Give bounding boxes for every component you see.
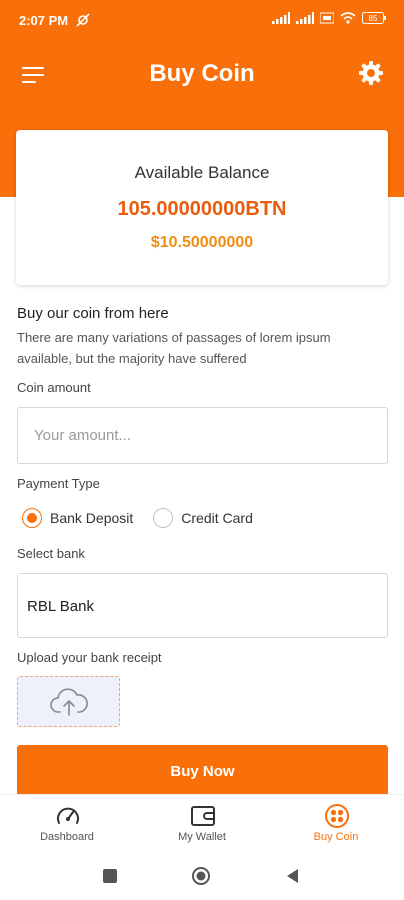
coin-grid-icon xyxy=(325,804,349,828)
home-circle-icon xyxy=(192,867,210,885)
coin-amount-input[interactable] xyxy=(18,408,387,463)
radio-label: Credit Card xyxy=(181,510,253,526)
radio-checked-icon xyxy=(22,508,42,528)
upload-receipt-button[interactable] xyxy=(17,676,120,727)
gear-icon xyxy=(359,61,383,85)
selected-bank: RBL Bank xyxy=(27,598,94,615)
battery-level: 85 xyxy=(369,14,378,23)
coin-amount-field xyxy=(17,407,388,464)
nav-my-wallet[interactable]: My Wallet xyxy=(142,795,262,853)
balance-label: Available Balance xyxy=(134,163,270,182)
battery-icon: 85 xyxy=(362,12,386,24)
wifi-icon xyxy=(340,12,356,24)
back-button[interactable] xyxy=(283,866,303,886)
section-title: Buy our coin from here xyxy=(17,305,169,322)
nav-label: Dashboard xyxy=(40,831,94,843)
balance-usd-amount: $10.50000000 xyxy=(150,234,254,251)
payment-type-label: Payment Type xyxy=(17,476,100,491)
system-navigation-bar xyxy=(0,852,404,900)
nav-dashboard[interactable]: Dashboard xyxy=(7,795,127,853)
volte-icon xyxy=(320,12,334,24)
nav-label: Buy Coin xyxy=(313,831,359,843)
recent-apps-button[interactable] xyxy=(100,866,120,886)
radio-label: Bank Deposit xyxy=(50,510,134,526)
balance-coin-amount: 105.00000000BTN xyxy=(117,198,287,220)
settings-status-icon xyxy=(75,13,91,30)
nav-buy-coin[interactable]: Buy Coin xyxy=(276,795,396,853)
bottom-navigation: Dashboard My Wallet Buy Coin xyxy=(0,794,404,852)
settings-button[interactable] xyxy=(358,60,384,86)
status-time: 2:07 PM xyxy=(19,13,69,28)
home-button[interactable] xyxy=(191,866,211,886)
page-title: Buy Coin xyxy=(149,60,255,87)
radio-bank-deposit[interactable]: Bank Deposit xyxy=(22,508,133,528)
section-description: There are many variations of passages of… xyxy=(17,330,331,366)
status-bar: 2:07 PM 85 xyxy=(0,0,404,40)
cloud-upload-icon xyxy=(49,687,88,716)
wallet-icon xyxy=(191,806,215,826)
bank-select[interactable]: RBL Bank xyxy=(17,573,388,638)
buy-now-button[interactable]: Buy Now xyxy=(17,745,388,801)
balance-card: Available Balance 105.00000000BTN $10.50… xyxy=(16,130,388,285)
status-icons: 85 xyxy=(272,12,386,24)
app-bar: Buy Coin xyxy=(0,48,404,100)
select-bank-label: Select bank xyxy=(17,546,85,561)
nav-label: My Wallet xyxy=(178,831,226,843)
radio-credit-card[interactable]: Credit Card xyxy=(153,508,253,528)
signal-icon xyxy=(296,12,314,24)
radio-unchecked-icon xyxy=(153,508,174,528)
payment-type-group: Bank Deposit Credit Card xyxy=(22,508,259,528)
speedometer-icon xyxy=(57,807,79,824)
coin-amount-label: Coin amount xyxy=(17,380,91,395)
signal-icon xyxy=(272,12,290,24)
square-icon xyxy=(103,869,117,883)
upload-label: Upload your bank receipt xyxy=(17,650,162,665)
back-triangle-icon xyxy=(287,869,298,883)
